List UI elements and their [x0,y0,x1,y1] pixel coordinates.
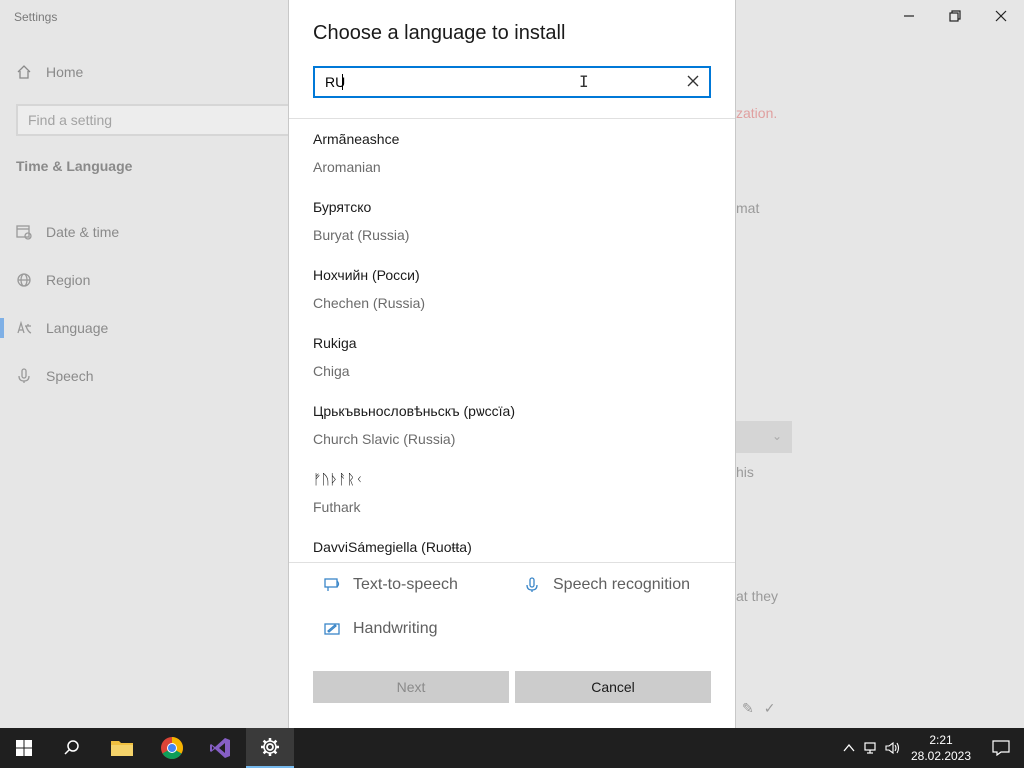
window-controls [886,0,1024,32]
dialog-title: Choose a language to install [313,22,566,44]
language-native-name: Нохчийн (Росси) [313,267,420,283]
clock-time: 2:21 [929,733,953,747]
feature-label: Handwriting [353,620,438,637]
language-native-name: ᚠᚢᚦᚨᚱᚲ [313,471,364,487]
minimize-button[interactable] [886,0,932,32]
bg-dropdown: ⌄ [736,421,792,453]
chevron-down-icon: ⌄ [771,429,782,443]
feature-label: Speech recognition [553,576,690,593]
app-title: Settings [14,10,58,24]
language-english-name: Aromanian [313,159,381,175]
feature-handwriting: Handwriting [323,620,437,638]
bg-text-mat: mat [736,200,760,216]
bg-text-zation: zation. [736,105,778,121]
nav-item-label: Speech [46,368,94,384]
taskbar: 2:21 28.02.2023 [0,728,1024,768]
home-icon [17,65,31,79]
microphone-icon [526,577,538,592]
search-button[interactable] [48,728,96,768]
feature-label: Text-to-speech [353,576,458,593]
globe-icon [17,273,31,287]
language-native-name: Бурятско [313,199,372,215]
microphone-icon [18,368,30,383]
language-dialog: Choose a language to install I Armãneash… [288,0,736,728]
visual-studio-icon [210,738,230,758]
feature-text-to-speech: Text-to-speech [323,576,458,594]
notification-icon [992,740,1010,756]
restore-button[interactable] [932,0,978,32]
next-button[interactable]: Next [313,671,509,703]
chrome-icon [161,737,183,759]
start-button[interactable] [0,728,48,768]
nav-item-date-time[interactable]: Date & time [0,208,290,256]
nav-item-speech[interactable]: Speech [0,352,290,400]
handwriting-icon [324,623,340,635]
language-english-name: Church Slavic (Russia) [313,431,456,447]
minimize-icon [904,15,914,17]
text-caret [342,74,343,90]
language-english-name: Chiga [313,363,350,379]
divider [289,562,735,563]
clock[interactable]: 2:21 28.02.2023 [904,732,978,764]
language-native-name: Црькъвьнословѣньскъ (рѡссїа) [313,403,516,419]
restore-icon [949,10,961,22]
language-icon [17,320,32,334]
language-native-name: Rukiga [313,335,357,351]
list-item[interactable]: Нохчийн (Росси) Chechen (Russia) [289,255,735,323]
nav-list: Date & time Region Language Speech [0,208,290,400]
close-window-button[interactable] [978,0,1024,32]
text-to-speech-icon [324,578,340,591]
search-box[interactable]: I [313,66,711,98]
search-icon [64,740,79,755]
chevron-up-icon[interactable] [838,728,860,768]
ibeam-cursor-icon: I [579,72,589,91]
system-tray: 2:21 28.02.2023 [838,728,1024,768]
speech-check-icon: ✓ [763,700,776,716]
language-search-input[interactable] [315,68,675,96]
nav-item-region[interactable]: Region [0,256,290,304]
clock-date: 28.02.2023 [910,749,972,763]
feature-speech-recognition: Speech recognition [523,576,690,594]
folder-icon [111,741,133,756]
windows-logo-icon [16,740,32,756]
nav-item-label: Language [46,320,109,336]
list-item[interactable]: DavviSámegiella (Ruoŧŧa) [289,527,735,561]
nav-item-language[interactable]: Language [0,304,290,352]
list-item[interactable]: Rukiga Chiga [289,323,735,391]
notification-button[interactable] [978,728,1024,768]
list-item[interactable]: ᚠᚢᚦᚨᚱᚲ Futhark [289,459,735,527]
language-english-name: Buryat (Russia) [313,227,410,243]
nav-home[interactable]: Home [16,64,83,80]
volume-icon[interactable] [882,728,904,768]
bg-text-at-they: at they [736,588,779,604]
network-icon[interactable] [860,728,882,768]
settings-taskbar-button[interactable] [246,728,294,768]
close-icon [687,75,699,87]
clear-search-button[interactable] [687,74,703,90]
list-item[interactable]: Црькъвьнословѣньскъ (рѡссїа) Church Slav… [289,391,735,459]
bg-icons: ✎ ✓ [742,700,775,717]
language-list: Armãneashce Aromanian Бурятско Buryat (R… [289,119,735,561]
language-english-name: Chechen (Russia) [313,295,426,311]
language-native-name: DavviSámegiella (Ruoŧŧa) [313,539,472,555]
file-explorer-button[interactable] [98,728,146,768]
language-english-name: Futhark [313,499,361,515]
find-setting-input[interactable]: Find a setting [16,104,306,136]
language-native-name: Armãneashce [313,131,400,147]
close-icon [995,10,1007,22]
nav-item-label: Region [46,272,91,288]
handwriting-icon: ✎ [742,700,754,716]
section-title: Time & Language [16,158,133,174]
visual-studio-button[interactable] [196,728,244,768]
chrome-button[interactable] [148,728,196,768]
nav-home-label: Home [46,64,84,80]
calendar-clock-icon [16,225,32,240]
list-item[interactable]: Бурятско Buryat (Russia) [289,187,735,255]
bg-text-his: his [736,464,754,480]
nav-item-label: Date & time [46,224,120,240]
gear-icon [261,738,279,756]
cancel-button[interactable]: Cancel [515,671,711,703]
list-item[interactable]: Armãneashce Aromanian [289,119,735,187]
